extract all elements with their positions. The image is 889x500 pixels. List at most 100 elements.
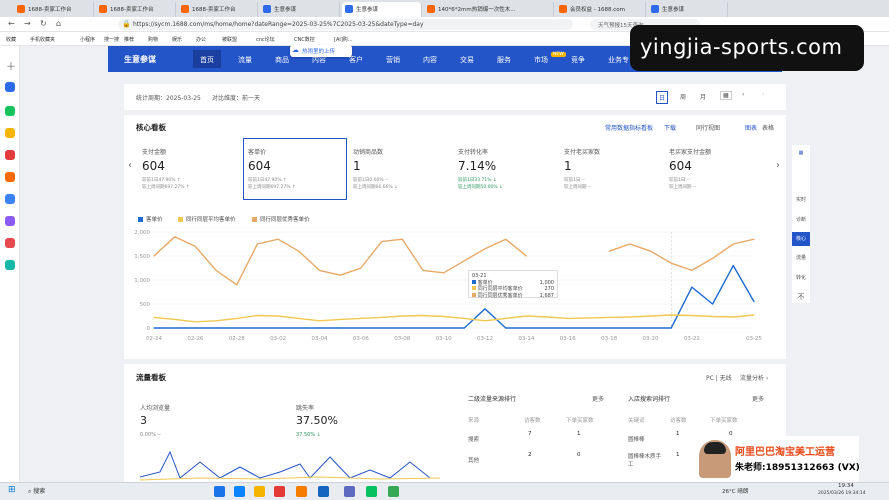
quick-nav-more[interactable]: 不	[792, 292, 810, 302]
taskbar-time[interactable]: 19:34	[838, 483, 854, 489]
quick-nav-traffic[interactable]: 流量	[792, 254, 810, 261]
tab-seller-workbench-2[interactable]: 1688-卖家工作台	[96, 2, 176, 17]
bookmark-item[interactable]: cnc论坛	[256, 36, 275, 43]
taskbar-folder-icon[interactable]	[254, 486, 265, 497]
tab-member-rights[interactable]: 会员权益 - 1688.com	[556, 2, 646, 17]
pc-wireless-toggle[interactable]: PC | 无线	[706, 373, 732, 382]
chart-view-tab[interactable]: 图表	[745, 123, 757, 132]
taskbar-wechat-icon[interactable]	[366, 486, 377, 497]
windows-start-icon[interactable]: ⊞	[8, 485, 16, 495]
sidebar-app-icon[interactable]	[5, 260, 15, 270]
metrics-next-arrow[interactable]: ›	[776, 160, 780, 171]
refresh-icon[interactable]: ↻	[40, 19, 47, 28]
forward-arrow-icon[interactable]: →	[24, 19, 31, 28]
bookmark-item[interactable]: [AI]购...	[334, 36, 353, 43]
home-icon[interactable]: ⌂	[56, 19, 61, 28]
common-metrics-link[interactable]: 常用数据指标看板	[605, 123, 653, 132]
sidebar-app-icon[interactable]	[5, 238, 15, 248]
metrics-prev-arrow[interactable]: ‹	[128, 160, 132, 171]
metric-card-returning-buyers[interactable]: 支付老买家数 1 较前1日 -- 较上周同期 --	[560, 142, 664, 200]
nav-home[interactable]: 首页	[200, 55, 214, 65]
url-field[interactable]: https://sycm.1688.com/ms/home/home?dateR…	[118, 19, 573, 30]
flow-analysis-link[interactable]: 流量分析 ›	[740, 373, 768, 382]
data-point	[712, 315, 714, 318]
sidebar-app-icon[interactable]	[5, 150, 15, 160]
next-period-icon[interactable]: ›	[762, 91, 764, 98]
nav-products[interactable]: 商品	[275, 55, 289, 65]
taskbar-app-icon[interactable]	[296, 486, 307, 497]
metric-card-returning-amount[interactable]: 老买家支付金额 604 较前1日 -- 较上周同期 --	[665, 142, 769, 200]
source-more-link[interactable]: 更多	[592, 394, 604, 403]
metric-card-conversion[interactable]: 支付转化率 7.14% 较前1日33.71% ↓ 较上周同期50.00% ↓	[454, 142, 558, 200]
bookmark-item[interactable]: 娱乐	[172, 36, 182, 43]
taskbar-weather[interactable]: 26°C 晴朗	[722, 487, 748, 495]
bookmark-item[interactable]: 收藏	[6, 36, 16, 43]
bookmark-item[interactable]: 搜一搜	[104, 36, 119, 43]
visitors-value: 3	[140, 414, 147, 427]
period-week-button[interactable]: 周	[680, 92, 686, 101]
tab-business-advisor-active[interactable]: 生意参谋	[342, 2, 422, 17]
quick-nav-logo[interactable]: ▦	[792, 150, 810, 178]
metric-card-products-sold[interactable]: 动销商品数 1 较前1日0.00% -- 较上周同期66.66% ↓	[349, 142, 453, 200]
cloud-upload-popup[interactable]: ☁ 热闹里的上传	[290, 45, 352, 57]
quick-nav-core[interactable]: 核心	[792, 232, 810, 246]
taskbar-app-icon[interactable]	[274, 486, 285, 497]
taskbar-app-icon[interactable]	[318, 486, 329, 497]
metric-card-avg-order[interactable]: 客单价 604 较前1日47.90% ↑ 较上周同期697.27% ↑	[243, 138, 347, 200]
taskbar-search[interactable]: ⌕ 搜索	[28, 486, 45, 496]
taskbar-app-icon[interactable]	[388, 486, 399, 497]
sidebar-app-icon[interactable]	[5, 106, 15, 116]
taskbar-date[interactable]: 2025/03/26 19:34:14	[818, 491, 866, 496]
download-link[interactable]: 下载	[664, 123, 676, 132]
taskbar-app-icon[interactable]	[344, 486, 355, 497]
keyword-row-name[interactable]: 圆棒棒	[628, 435, 645, 443]
bookmark-item[interactable]: CNC数控	[294, 36, 315, 43]
quick-nav-realtime[interactable]: 实时	[792, 196, 810, 203]
tab-business-advisor-1[interactable]: 生意参谋	[260, 2, 340, 17]
period-day-button[interactable]: 日	[656, 91, 669, 104]
x-tick-label: 03-20	[643, 336, 659, 342]
compare-dimension[interactable]: 对比维度：前一天	[212, 93, 260, 102]
nav-service[interactable]: 服务	[497, 55, 511, 65]
bookmark-item[interactable]: 被联盟	[222, 36, 237, 43]
peer-view-toggle[interactable]: 同行视图	[696, 123, 720, 132]
bookmark-item[interactable]: 手机收藏夹	[30, 36, 55, 43]
sidebar-app-icon[interactable]	[5, 128, 15, 138]
quick-nav-conversion[interactable]: 转化	[792, 274, 810, 281]
nav-customers[interactable]: 客户	[349, 55, 363, 65]
taskbar-app-icon[interactable]	[214, 486, 225, 497]
nav-market[interactable]: 市场	[534, 55, 548, 65]
table-view-tab[interactable]: 表格	[762, 123, 774, 132]
calendar-icon[interactable]: ▦	[720, 91, 732, 100]
bookmark-item[interactable]: 小程序	[80, 36, 95, 43]
nav-competition[interactable]: 竞争	[571, 55, 585, 65]
sidebar-app-icon[interactable]	[5, 216, 15, 226]
nav-transactions[interactable]: 交易	[460, 55, 474, 65]
back-arrow-icon[interactable]: ←	[8, 19, 15, 28]
nav-content-2[interactable]: 内容	[423, 55, 437, 65]
keyword-row-name[interactable]: 圆棒棒木质手工	[628, 452, 666, 468]
sidebar-app-icon[interactable]	[5, 194, 15, 204]
metric-card-payment[interactable]: 支付金额 604 较前1日47.90% ↑ 较上周同期697.27% ↑	[138, 142, 242, 200]
data-point	[380, 241, 383, 243]
brand-title[interactable]: 生意参谋	[124, 54, 156, 65]
sidebar-app-icon[interactable]	[5, 82, 15, 92]
bookmark-item[interactable]: 推荐	[124, 36, 134, 43]
x-tick-label: 03-25	[746, 336, 762, 342]
sidebar-add-icon[interactable]: ＋	[6, 58, 16, 73]
tab-seller-workbench-3[interactable]: 1688-卖家工作台	[178, 2, 258, 17]
nav-business[interactable]: 业务专	[608, 55, 629, 65]
bookmark-item[interactable]: 购物	[148, 36, 158, 43]
nav-traffic[interactable]: 流量	[238, 55, 252, 65]
keyword-more-link[interactable]: 更多	[752, 394, 764, 403]
period-month-button[interactable]: 月	[700, 92, 706, 101]
bookmark-item[interactable]: 办公	[196, 36, 206, 43]
quick-nav-diagnose[interactable]: 诊断	[792, 216, 810, 223]
tab-business-advisor-3[interactable]: 生意参谋	[648, 2, 728, 17]
tab-product-listing[interactable]: 140*6*2mm热销爆一次性木...	[424, 2, 554, 17]
prev-period-icon[interactable]: ‹	[742, 91, 744, 98]
sidebar-app-icon[interactable]	[5, 172, 15, 182]
nav-marketing[interactable]: 营销	[386, 55, 400, 65]
taskbar-app-icon[interactable]	[234, 486, 245, 497]
tab-seller-workbench-1[interactable]: 1688-卖家工作台	[14, 2, 94, 17]
